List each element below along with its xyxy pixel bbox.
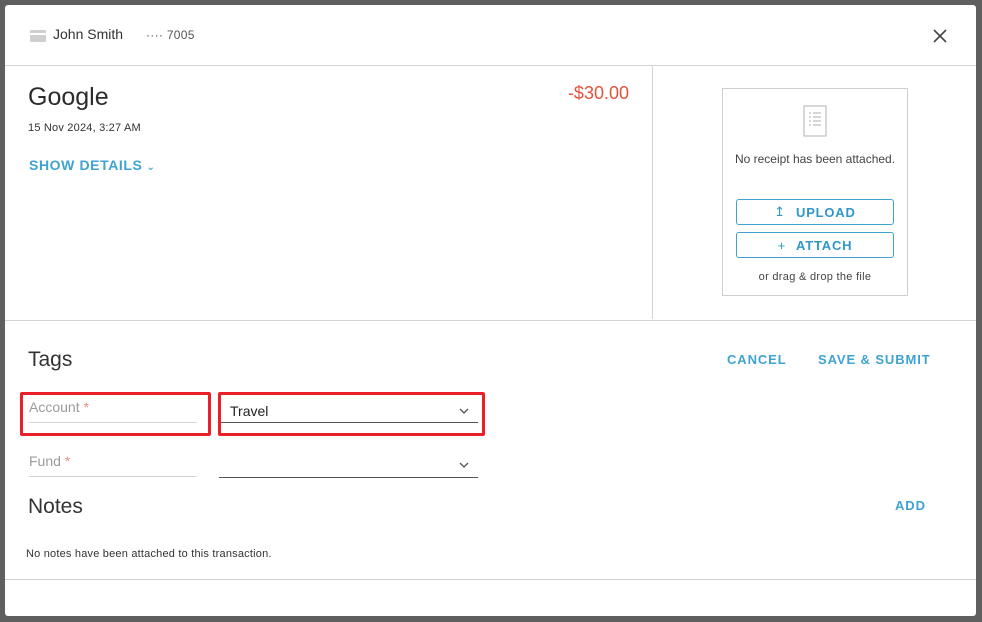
notes-heading: Notes bbox=[28, 495, 83, 518]
transaction-summary: Google 15 Nov 2024, 3:27 AM -$30.00 SHOW… bbox=[5, 65, 653, 319]
attach-button[interactable]: + ATTACH bbox=[736, 232, 894, 258]
upload-label: UPLOAD bbox=[796, 204, 856, 220]
notes-empty-message: No notes have been attached to this tran… bbox=[26, 548, 272, 560]
receipt-dropzone[interactable]: No receipt has been attached. ↥ UPLOAD +… bbox=[722, 88, 908, 296]
close-icon bbox=[933, 29, 947, 43]
transaction-date: 15 Nov 2024, 3:27 AM bbox=[28, 122, 141, 134]
drag-drop-hint: or drag & drop the file bbox=[758, 271, 872, 283]
chevron-down-icon bbox=[459, 462, 469, 468]
fund-label-text: Fund bbox=[29, 453, 61, 469]
attach-label: ATTACH bbox=[796, 237, 853, 253]
account-label-highlight bbox=[20, 392, 211, 436]
show-details-toggle[interactable]: SHOW DETAILS ⌄ bbox=[29, 157, 155, 173]
receipt-icon bbox=[803, 105, 827, 137]
card-last-four: ···· 7005 bbox=[146, 28, 195, 42]
transaction-modal: John Smith ···· 7005 Google 15 Nov 2024,… bbox=[5, 5, 976, 616]
add-note-button[interactable]: ADD bbox=[895, 498, 926, 513]
transaction-amount: -$30.00 bbox=[567, 83, 629, 103]
bottom-divider bbox=[5, 579, 976, 580]
show-details-label: SHOW DETAILS bbox=[29, 157, 143, 173]
fund-select[interactable] bbox=[219, 457, 478, 478]
no-receipt-message: No receipt has been attached. bbox=[734, 152, 896, 166]
fund-select-underline bbox=[219, 477, 478, 478]
tags-heading: Tags bbox=[28, 348, 73, 371]
receipt-panel: No receipt has been attached. ↥ UPLOAD +… bbox=[653, 65, 976, 319]
upload-button[interactable]: ↥ UPLOAD bbox=[736, 199, 894, 225]
modal-header: John Smith ···· 7005 bbox=[5, 5, 976, 66]
plus-icon: + bbox=[777, 237, 787, 253]
chevron-down-icon: ⌄ bbox=[146, 162, 156, 173]
tags-notes-section: Tags CANCEL SAVE & SUBMIT Account * Trav… bbox=[5, 320, 976, 616]
merchant-name: Google bbox=[28, 83, 109, 111]
fund-field-label[interactable]: Fund * bbox=[29, 453, 70, 469]
credit-card-icon bbox=[30, 30, 46, 42]
fund-label-underline bbox=[29, 476, 197, 477]
cancel-button[interactable]: CANCEL bbox=[727, 352, 787, 367]
required-mark: * bbox=[64, 453, 71, 469]
account-select-highlight bbox=[218, 392, 485, 436]
cardholder-name: John Smith bbox=[53, 26, 124, 42]
save-submit-button[interactable]: SAVE & SUBMIT bbox=[818, 352, 931, 367]
close-button[interactable] bbox=[925, 21, 955, 51]
upload-icon: ↥ bbox=[774, 204, 786, 219]
